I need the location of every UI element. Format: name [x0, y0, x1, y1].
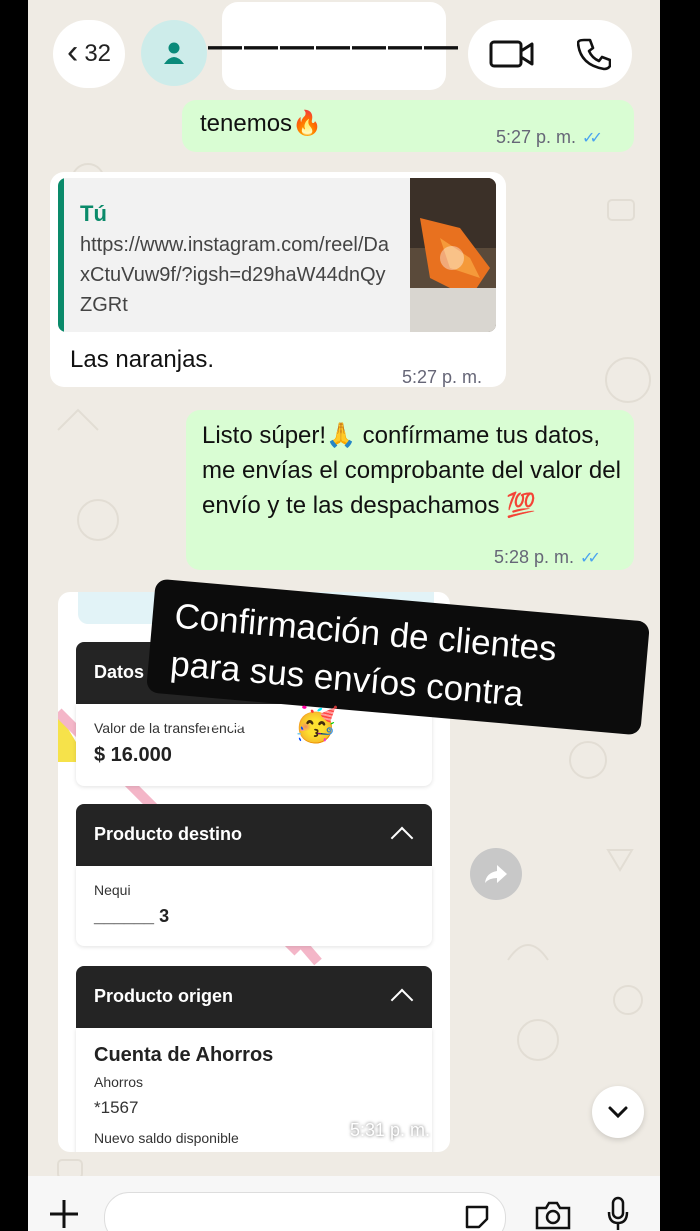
phone-icon[interactable] — [577, 37, 611, 71]
section-title: Producto destino — [94, 824, 242, 844]
read-ticks-icon: ✓✓ — [582, 130, 603, 147]
microphone-icon[interactable] — [606, 1196, 630, 1231]
quote-author: Tú — [80, 201, 107, 226]
contact-name[interactable]: ——————— — [208, 2, 458, 90]
message-outgoing[interactable]: Listo súper!🙏 confírmame tus datos, me e… — [186, 410, 634, 570]
message-input[interactable] — [104, 1192, 506, 1231]
message-text: tenemos🔥 — [200, 110, 322, 137]
destination-name: Nequi — [94, 882, 131, 898]
forward-button[interactable] — [470, 848, 522, 900]
chevron-left-icon: ‹ — [66, 33, 79, 71]
chevron-up-icon — [390, 826, 414, 850]
message-time: 5:31 p. m. — [350, 1120, 431, 1140]
contact-name-text: ——————— — [208, 26, 460, 65]
back-button[interactable]: ‹ 32 — [53, 20, 125, 88]
message-text: Listo súper!🙏 confírmame tus datos, me e… — [202, 422, 621, 519]
section-destination-header[interactable]: Producto destino — [76, 804, 432, 866]
message-text: Las naranjas. — [70, 346, 215, 373]
avatar[interactable] — [141, 20, 207, 86]
reel-thumbnail — [410, 178, 496, 332]
chevron-up-icon — [390, 988, 414, 1012]
transfer-amount: $ 16.000 — [94, 744, 172, 766]
message-time: 5:28 p. m. ✓✓ — [494, 540, 601, 576]
origin-account-title: Cuenta de Ahorros — [94, 1044, 274, 1066]
read-ticks-icon: ✓✓ — [580, 550, 601, 567]
plus-icon[interactable] — [48, 1198, 80, 1230]
message-incoming[interactable]: Tú https://www.instagram.com/reel/DaxCtu… — [50, 172, 506, 387]
new-balance-label: Nuevo saldo disponible — [94, 1130, 239, 1146]
message-outgoing[interactable]: tenemos🔥 5:27 p. m. ✓✓ — [182, 100, 634, 152]
section-title: Producto origen — [94, 986, 233, 1006]
message-time: 5:27 p. m. — [402, 367, 483, 387]
quote-link: https://www.instagram.com/reel/DaxCtuVuw… — [80, 234, 389, 316]
message-time-text: 5:27 p. m. — [496, 127, 577, 147]
origin-account-number: *1567 — [94, 1098, 139, 1117]
forward-icon — [485, 865, 507, 883]
section-origin-header[interactable]: Producto origen — [76, 966, 432, 1028]
quoted-message[interactable]: Tú https://www.instagram.com/reel/DaxCtu… — [58, 178, 496, 332]
section-destination-body: Nequi ______ 3 — [76, 866, 432, 946]
scroll-down-button[interactable] — [592, 1086, 644, 1138]
person-icon — [164, 42, 184, 64]
message-time: 5:27 p. m. ✓✓ — [496, 120, 603, 156]
call-actions — [468, 20, 632, 88]
message-time-text: 5:28 p. m. — [494, 547, 575, 567]
composer-bar — [28, 1176, 660, 1231]
origin-account-type: Ahorros — [94, 1074, 144, 1090]
video-camera-icon[interactable] — [489, 39, 535, 69]
destination-number: ______ 3 — [94, 906, 170, 926]
sticker-icon[interactable] — [463, 1203, 491, 1231]
camera-icon[interactable] — [534, 1200, 572, 1230]
unread-count: 32 — [84, 40, 112, 67]
quote-bar — [58, 178, 64, 332]
chevron-down-icon — [608, 1106, 628, 1119]
